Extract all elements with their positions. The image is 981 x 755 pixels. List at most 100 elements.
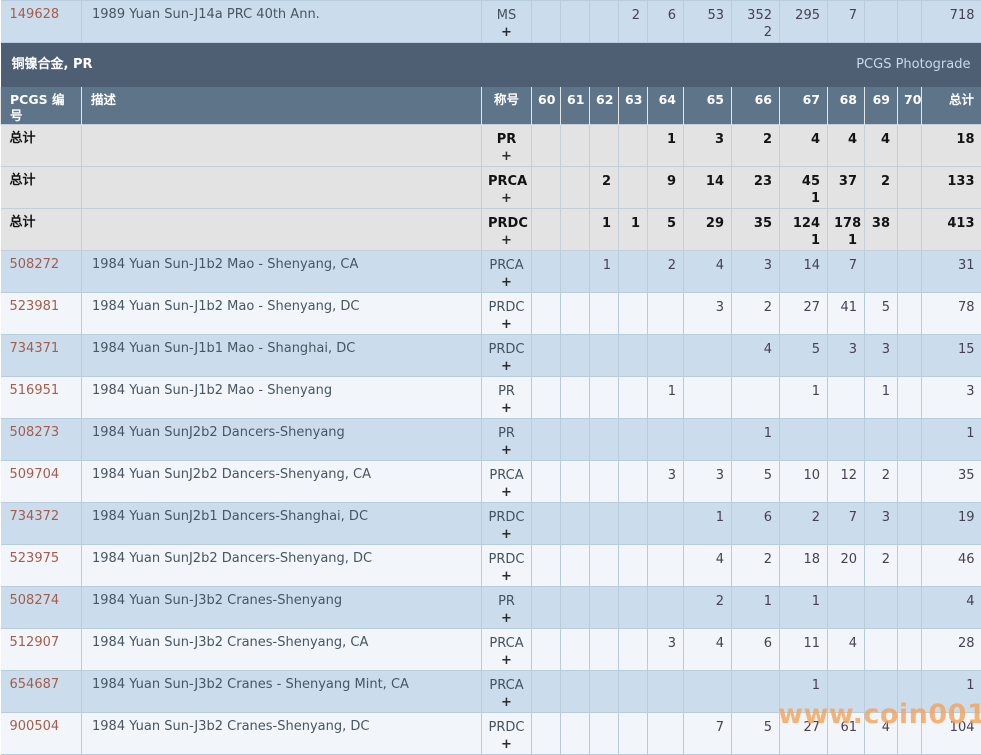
grade-65-cell: 3 [684, 293, 732, 335]
grade-63-cell: 2 [619, 1, 648, 43]
plus-grade-indicator: + [488, 400, 525, 417]
grade-62-cell: 2 [590, 167, 619, 209]
total-row-label: 总计 [10, 173, 36, 188]
grade-65-cell: 4 [684, 545, 732, 587]
plus-grade-indicator: + [488, 148, 525, 165]
grade-61-cell [561, 587, 590, 629]
table-row: 734371 1984 Yuan Sun-J1b1 Mao - Shanghai,… [1, 335, 981, 377]
grade-64-cell [648, 713, 684, 755]
grade-70-cell [898, 1, 922, 43]
grade-68-cell: 3 [828, 335, 865, 377]
pcgs-number-link[interactable]: 734371 [10, 341, 60, 356]
photograde-link[interactable]: PCGS Photograde [856, 57, 970, 73]
designation-cell: PRCA+ [482, 461, 532, 503]
pcgs-number-link[interactable]: 508272 [10, 257, 60, 272]
grade-63-cell [619, 545, 648, 587]
grade-67-cell: 4 [780, 125, 828, 167]
grade-69-cell [865, 419, 898, 461]
grade-62-cell [590, 125, 619, 167]
description-cell: 1984 Yuan SunJ2b1 Dancers-Shanghai, DC [82, 503, 482, 545]
designation-cell: PRDC+ [482, 335, 532, 377]
grade-65-cell: 53 [684, 1, 732, 43]
grade-61-cell [561, 335, 590, 377]
grade-60-cell [532, 545, 561, 587]
pcgs-number-link[interactable]: 508273 [10, 425, 60, 440]
designation-cell: PR+ [482, 587, 532, 629]
pcgs-number-link[interactable]: 509704 [10, 467, 60, 482]
grade-60-cell [532, 209, 561, 251]
grade-69-cell [865, 587, 898, 629]
grade-64-cell: 5 [648, 209, 684, 251]
pcgs-number-link[interactable]: 516951 [10, 383, 60, 398]
grade-68-cell: 41 [828, 293, 865, 335]
pcgs-number-link[interactable]: 508274 [10, 593, 60, 608]
grade-66-cell: 3 [732, 251, 780, 293]
grade-63-cell [619, 461, 648, 503]
grade-63-cell [619, 587, 648, 629]
plus-grade-indicator: + [488, 190, 525, 207]
designation-cell: PR+ [482, 125, 532, 167]
designation-cell: PRDC+ [482, 293, 532, 335]
section-band: 铜镍合金, PR PCGS Photograde [1, 43, 981, 88]
total-cell: 4 [922, 587, 981, 629]
designation-cell: PRCA+ [482, 251, 532, 293]
pcgs-number-link[interactable]: 900504 [10, 719, 60, 734]
plus-grade-indicator: + [488, 526, 525, 543]
grade-67-cell: 2 [780, 503, 828, 545]
grade-66-cell: 6 [732, 629, 780, 671]
grade-68-cell: 61 [828, 713, 865, 755]
pcgs-number-cell: 523981 [1, 293, 82, 335]
description-cell: 1984 Yuan SunJ2b2 Dancers-Shenyang [82, 419, 482, 461]
column-header-69: 69 [865, 87, 898, 125]
grade-69-cell [865, 251, 898, 293]
grade-66-cell [732, 671, 780, 713]
description-cell [82, 167, 482, 209]
designation-label: PRDC [488, 299, 525, 316]
grade-68-cell: 37 [828, 167, 865, 209]
plus-grade-indicator: + [488, 232, 525, 249]
grade-69-cell [865, 671, 898, 713]
grade-62-cell [590, 293, 619, 335]
grade-66-cell [732, 377, 780, 419]
grade-62-cell: 1 [590, 209, 619, 251]
pcgs-number-link[interactable]: 654687 [10, 677, 60, 692]
designation-cell: PRCA+ [482, 629, 532, 671]
grade-62-cell [590, 503, 619, 545]
grade-60-cell [532, 671, 561, 713]
description-cell: 1984 Yuan SunJ2b2 Dancers-Shenyang, DC [82, 545, 482, 587]
grade-61-cell [561, 293, 590, 335]
pcgs-number-link[interactable]: 149628 [10, 7, 60, 22]
grade-70-cell [898, 545, 922, 587]
grade-68-cell [828, 587, 865, 629]
grade-60-cell [532, 629, 561, 671]
designation-label: MS [488, 7, 525, 24]
description-cell: 1984 Yuan Sun-J1b1 Mao - Shanghai, DC [82, 335, 482, 377]
grade-60-cell [532, 713, 561, 755]
grade-69-cell: 3 [865, 335, 898, 377]
total-cell: 78 [922, 293, 981, 335]
column-header-row: PCGS 编号描述称号6061626364656667686970总计 [1, 87, 981, 125]
grade-62-cell [590, 335, 619, 377]
total-cell: 18 [922, 125, 981, 167]
designation-cell: PRDC+ [482, 209, 532, 251]
grade-65-cell: 4 [684, 629, 732, 671]
designation-label: PRDC [488, 509, 525, 526]
pcgs-number-link[interactable]: 523975 [10, 551, 60, 566]
grade-62-cell: 1 [590, 251, 619, 293]
pcgs-number-cell: 900504 [1, 713, 82, 755]
pcgs-number-link[interactable]: 523981 [10, 299, 60, 314]
designation-cell: PRDC+ [482, 545, 532, 587]
grade-64-cell [648, 419, 684, 461]
grade-69-cell: 5 [865, 293, 898, 335]
pcgs-number-cell: 734371 [1, 335, 82, 377]
total-cell: 1 [922, 671, 981, 713]
designation-label: PRDC [488, 551, 525, 568]
pcgs-number-link[interactable]: 512907 [10, 635, 60, 650]
pcgs-number-link[interactable]: 734372 [10, 509, 60, 524]
section-band-cell: 铜镍合金, PR PCGS Photograde [1, 43, 981, 88]
grade-69-cell [865, 629, 898, 671]
pcgs-number-cell: 512907 [1, 629, 82, 671]
grade-70-cell [898, 335, 922, 377]
grade-60-cell [532, 377, 561, 419]
grade-63-cell [619, 713, 648, 755]
